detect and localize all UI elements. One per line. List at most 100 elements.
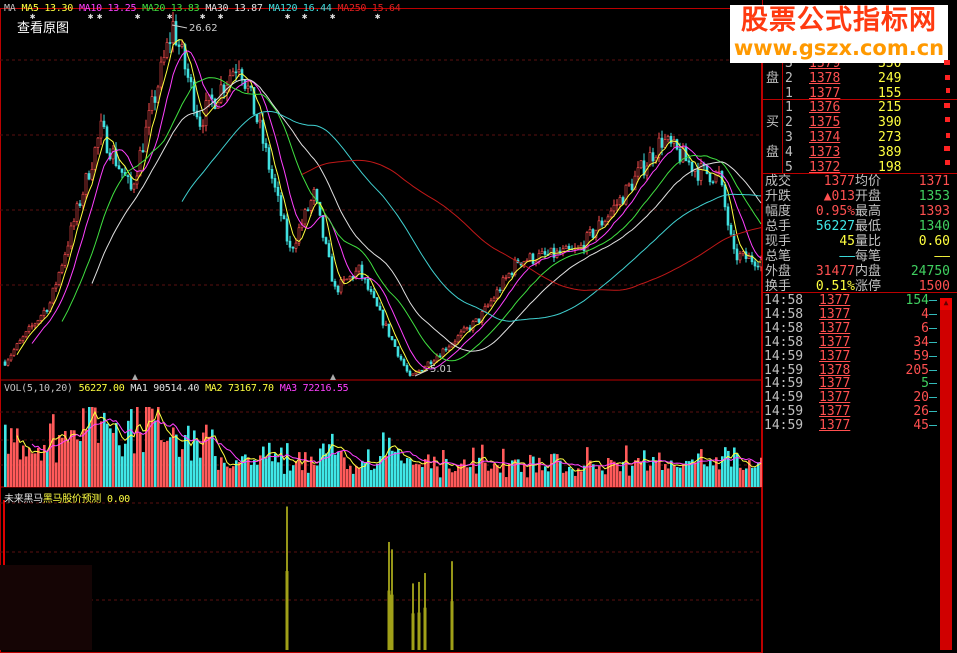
ma-legend-item: MA120 16.44 xyxy=(268,3,332,14)
volume-bar xyxy=(58,434,61,487)
candle-body xyxy=(66,245,70,255)
volume-bar xyxy=(451,472,454,487)
volume-bar xyxy=(739,467,742,487)
ma-legend-item: MA20 13.83 xyxy=(142,3,200,14)
candle-body xyxy=(501,277,505,291)
candle-body xyxy=(204,100,208,127)
volume-bar xyxy=(394,451,397,487)
candle-body xyxy=(381,309,385,326)
volume-bar xyxy=(643,450,646,487)
stat-row: 总手 56227 最低 1340 xyxy=(763,219,950,234)
candle-body xyxy=(321,215,325,238)
candle-body xyxy=(708,173,712,183)
vol-legend-item: 56227.00 xyxy=(78,383,125,394)
volume-bar xyxy=(457,465,460,487)
candle-body xyxy=(663,139,667,148)
candle-body xyxy=(372,291,376,298)
candle-body xyxy=(366,278,370,290)
candle-body xyxy=(180,44,184,47)
volume-bar xyxy=(655,460,658,487)
candle-body xyxy=(360,264,364,279)
kline-chart[interactable]: 26.625.01✱ ✱ ✱ ✱ ✱ ✱ ✱ ✱ ✱ ✱ ✱ xyxy=(0,0,762,653)
stat-value: 1353 xyxy=(918,189,950,204)
indicator-bar-body xyxy=(387,590,391,650)
candle-body xyxy=(612,204,616,212)
candle-body xyxy=(189,77,193,83)
volume-bar xyxy=(442,450,445,487)
candle-body xyxy=(603,221,607,226)
volume-bar xyxy=(661,469,664,487)
indicator-bar-body xyxy=(423,607,427,650)
volume-bar xyxy=(160,440,163,487)
volume-bar xyxy=(112,432,115,487)
scrollbar[interactable] xyxy=(940,298,952,650)
candle-body xyxy=(396,346,400,357)
volume-bar xyxy=(226,466,229,487)
volume-bar xyxy=(730,466,733,487)
volume-bar xyxy=(55,462,58,487)
volume-bar xyxy=(64,431,67,487)
tick-time: 14:59 xyxy=(764,376,804,392)
volume-bar xyxy=(430,468,433,487)
vol-legend-item: VOL(5,10,20) xyxy=(4,383,73,394)
candle-body xyxy=(738,253,742,261)
stat-label: 总手 xyxy=(765,219,792,234)
view-original-button[interactable]: 查看原图 xyxy=(17,17,69,36)
stat-row: 总笔 —— 每笔 —— xyxy=(763,249,950,264)
scroll-up-arrow-icon[interactable]: ▲ xyxy=(940,298,952,310)
buy-price: 1376 xyxy=(809,100,841,115)
volume-bar xyxy=(589,460,592,487)
volume-bar xyxy=(475,473,478,487)
volume-bar xyxy=(532,456,535,487)
volume-bar xyxy=(109,428,112,487)
tick-volume: 34 xyxy=(913,334,929,350)
volume-bar xyxy=(625,445,628,487)
candle-body xyxy=(378,305,382,311)
candle-body xyxy=(258,119,262,123)
volume-bar xyxy=(295,460,298,487)
volume-bar xyxy=(37,447,40,487)
volume-bar xyxy=(718,469,721,487)
depth-bar xyxy=(944,103,950,108)
depth-bar xyxy=(946,88,950,93)
buy-price: 1374 xyxy=(809,130,841,145)
volume-bar xyxy=(391,450,394,487)
candle-body xyxy=(630,183,634,191)
indicator-bar-body xyxy=(417,612,421,650)
candle-body xyxy=(387,323,391,337)
volume-bar xyxy=(61,437,64,487)
candle-body xyxy=(261,119,265,144)
volume-bar xyxy=(262,446,265,487)
volume-bar xyxy=(388,437,391,487)
tick-price: 1377 xyxy=(819,306,851,322)
candle-body xyxy=(615,204,619,206)
watermark-url: www.gszx.com.cn xyxy=(733,36,945,60)
volume-bar xyxy=(166,440,169,487)
volume-bar xyxy=(217,469,220,487)
candle-body xyxy=(81,193,85,207)
candle-body xyxy=(12,349,16,356)
volume-bar xyxy=(535,472,538,487)
depth-bar xyxy=(945,117,950,122)
candle-body xyxy=(447,346,451,351)
volume-bar xyxy=(595,469,598,487)
volume-bar xyxy=(472,447,475,487)
candle-body xyxy=(405,365,409,372)
event-triangle-icon xyxy=(330,374,336,380)
volume-bar xyxy=(28,447,31,487)
volume-bar xyxy=(604,474,607,487)
volume-bar xyxy=(361,460,364,487)
candle-body xyxy=(732,233,736,250)
volume-bar xyxy=(100,421,103,487)
stat-row: 幅度 0.95% 最高 1393 xyxy=(763,204,950,219)
tick-price: 1377 xyxy=(819,334,851,350)
vol-legend-item: MA2 73167.70 xyxy=(205,383,274,394)
volume-bar xyxy=(229,468,232,487)
candle-body xyxy=(357,264,361,272)
candle-body xyxy=(63,254,67,266)
volume-bar xyxy=(85,429,88,487)
volume-bar xyxy=(514,459,517,487)
candle-body xyxy=(129,176,133,190)
volume-bar xyxy=(313,464,316,487)
ma30-line xyxy=(91,78,762,352)
